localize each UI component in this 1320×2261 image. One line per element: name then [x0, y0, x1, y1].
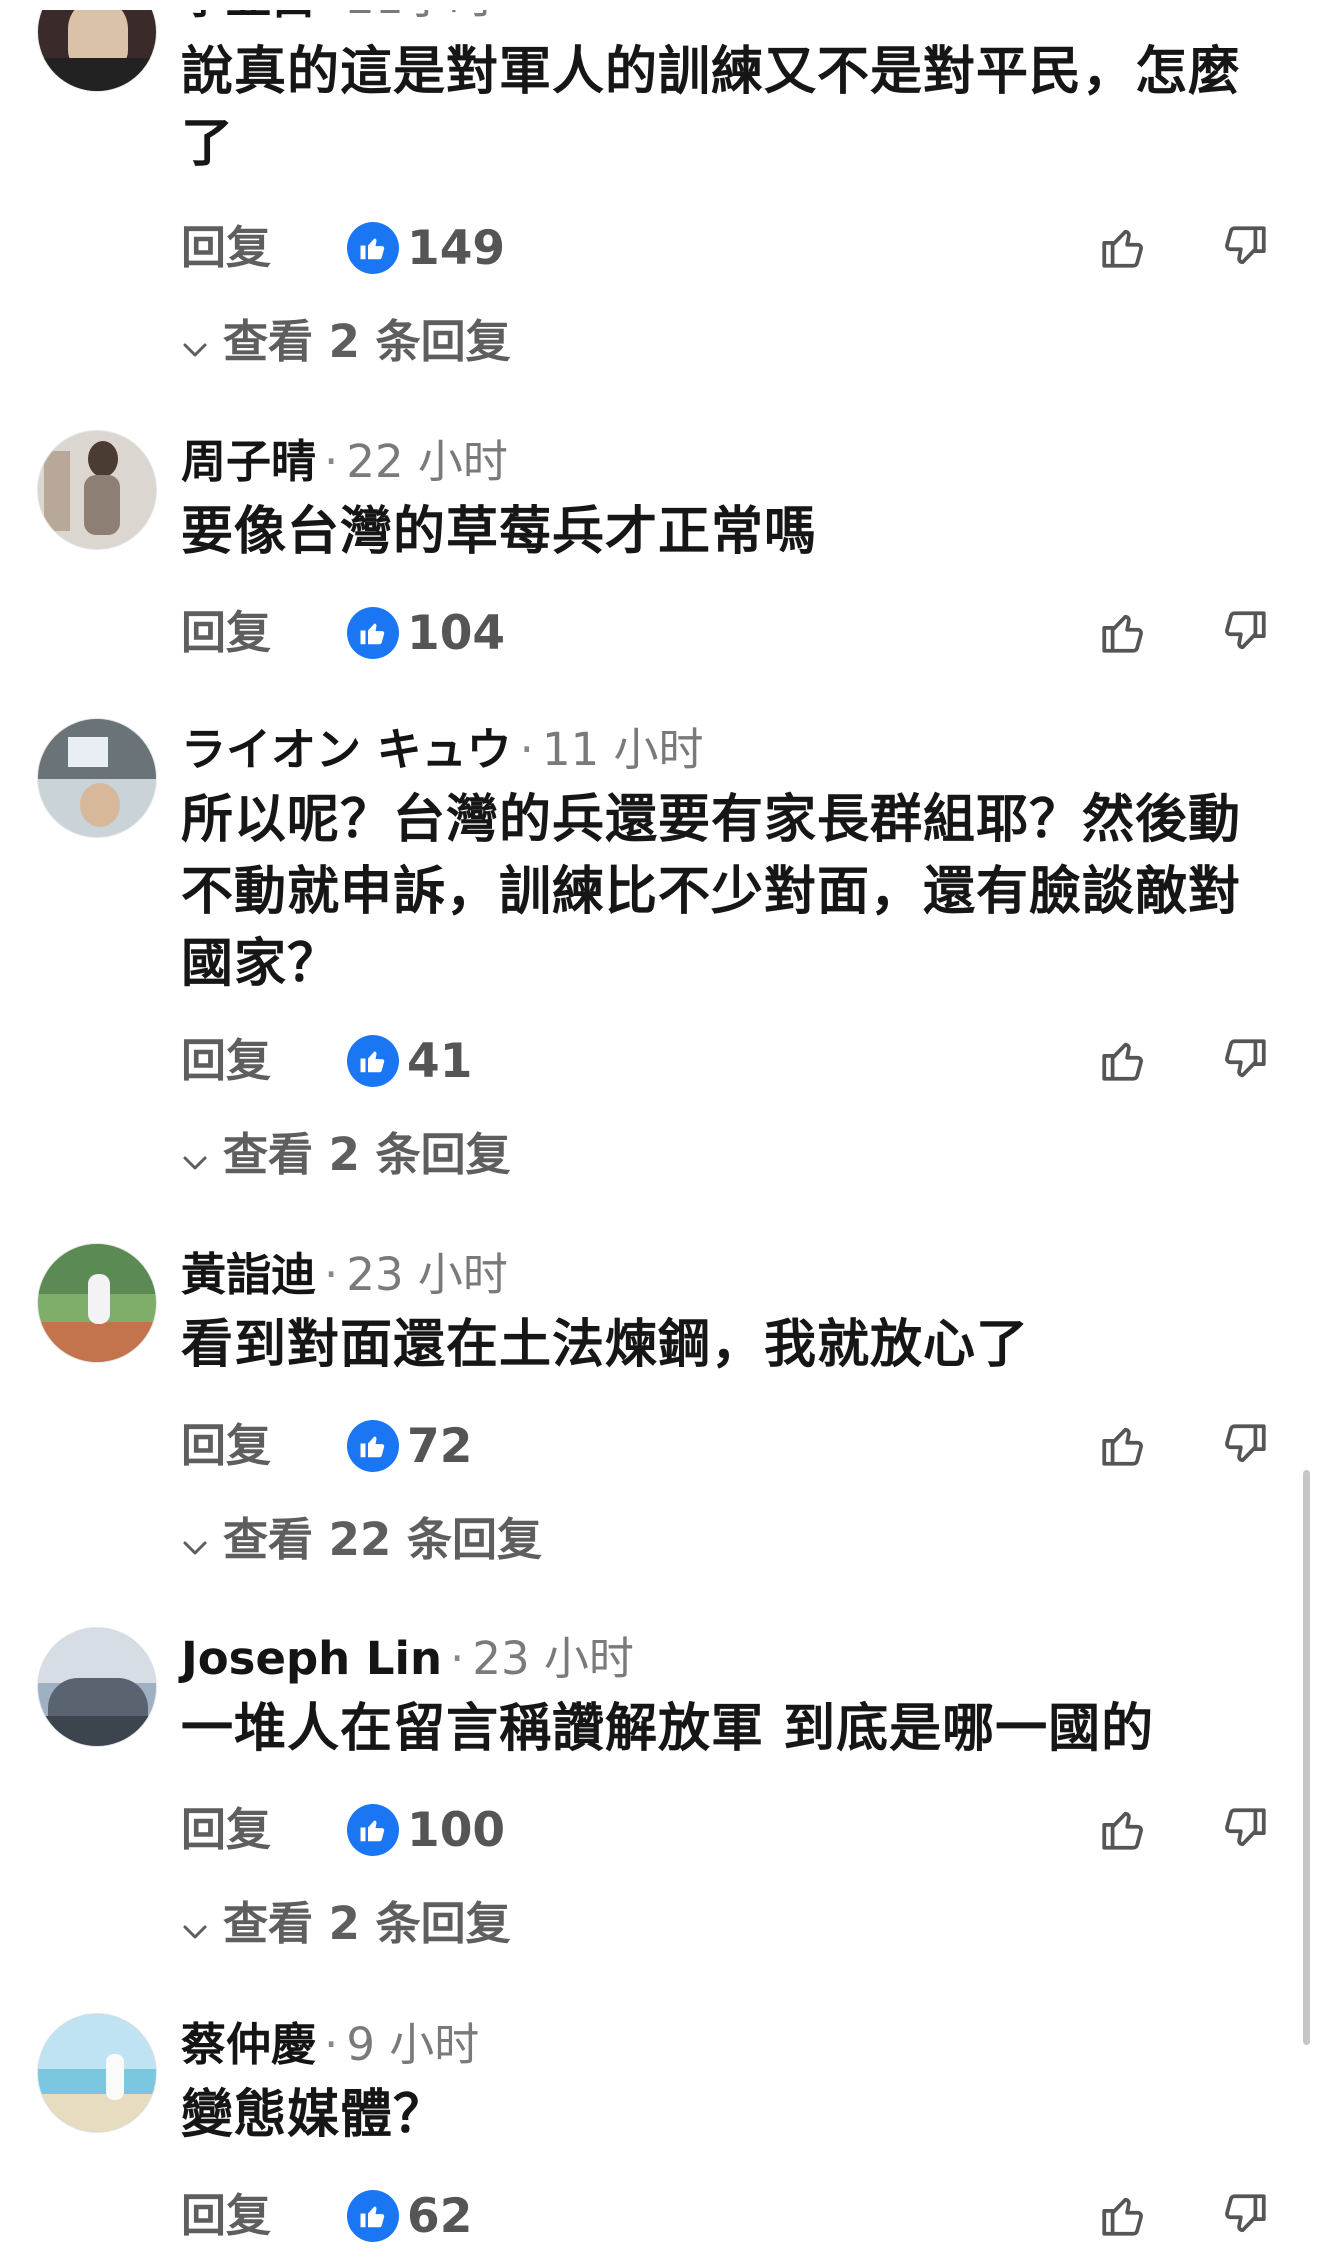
view-replies-label: 查看 2 条回复	[223, 1128, 511, 1181]
author-name[interactable]: 蔡仲慶	[181, 2018, 316, 2071]
like-count-badge: 62	[347, 2186, 472, 2246]
like-icon	[347, 2190, 399, 2242]
thumbs-up-icon[interactable]	[1098, 1420, 1148, 1474]
like-count-badge: 41	[347, 1031, 472, 1091]
chevron-down-icon	[181, 1128, 209, 1188]
view-replies-link[interactable]: 查看 22 条回复	[181, 1510, 542, 1573]
comment-actions: 回复 104	[181, 603, 1271, 663]
thumbs-down-icon[interactable]	[1220, 2190, 1270, 2244]
author-name[interactable]: ライオン キュウ	[181, 723, 512, 776]
view-replies-link[interactable]: 查看 2 条回复	[181, 1894, 511, 1957]
separator: ·	[324, 1248, 339, 1301]
comment-text: 要像台灣的草莓兵才正常嗎	[181, 502, 818, 562]
view-replies-label: 查看 2 条回复	[223, 315, 511, 368]
view-replies-link[interactable]: 查看 2 条回复	[181, 1125, 511, 1188]
separator: ·	[450, 1632, 465, 1685]
view-replies-label: 查看 22 条回复	[223, 1513, 542, 1566]
avatar[interactable]	[37, 1627, 157, 1747]
timestamp: 9 小时	[346, 2018, 480, 2071]
reply-button[interactable]: 回复	[181, 1416, 271, 1476]
like-count: 149	[407, 220, 506, 276]
thumbs-down-icon[interactable]	[1220, 1804, 1270, 1858]
thumbs-down-icon[interactable]	[1220, 1420, 1270, 1474]
top-edge	[0, 0, 1320, 10]
like-icon	[347, 1420, 399, 1472]
thumbs-up-icon[interactable]	[1098, 1804, 1148, 1858]
comment-text: 看到對面還在土法煉鋼，我就放心了	[181, 1315, 1030, 1375]
chevron-down-icon	[181, 1513, 209, 1573]
comment-text: 說真的這是對軍人的訓練又不是對平民，怎麼了	[181, 42, 1242, 174]
view-replies-label: 查看 2 条回复	[223, 1897, 511, 1950]
like-count: 72	[407, 1418, 473, 1474]
like-icon	[347, 607, 399, 659]
avatar[interactable]	[37, 718, 157, 838]
reply-button[interactable]: 回复	[181, 1031, 271, 1091]
thumbs-up-icon[interactable]	[1098, 607, 1148, 661]
reply-button[interactable]: 回复	[181, 603, 271, 663]
like-icon	[347, 1035, 399, 1087]
avatar[interactable]	[37, 2013, 157, 2133]
comment-actions: 回复 72	[181, 1416, 1271, 1476]
like-count: 41	[407, 1033, 473, 1089]
view-replies-link[interactable]: 查看 2 条回复	[181, 312, 511, 375]
comment-actions: 回复 100	[181, 1800, 1271, 1860]
author-name[interactable]: 黃詣迪	[181, 1248, 316, 1301]
like-count: 104	[407, 605, 506, 661]
timestamp: 11 小时	[541, 723, 704, 776]
comment-actions: 回复 62	[181, 2186, 1271, 2246]
like-count-badge: 72	[347, 1416, 472, 1476]
like-count-badge: 100	[347, 1800, 505, 1860]
avatar[interactable]	[37, 1243, 157, 1363]
reply-button[interactable]: 回复	[181, 1800, 271, 1860]
like-count: 62	[407, 2188, 473, 2244]
comment-text: 所以呢？台灣的兵還要有家長群組耶？然後動不動就申訴，訓練比不少對面，還有臉談敵對…	[181, 790, 1242, 994]
comment-text: 一堆人在留言稱讚解放軍 到底是哪一國的	[181, 1699, 1155, 1759]
avatar[interactable]	[37, 0, 157, 92]
like-icon	[347, 1804, 399, 1856]
chevron-down-icon	[181, 1897, 209, 1957]
comment-text: 變態媒體？	[181, 2085, 447, 2145]
scrollbar[interactable]	[1303, 1470, 1310, 2045]
like-count-badge: 149	[347, 218, 505, 278]
separator: ·	[519, 723, 534, 776]
thumbs-down-icon[interactable]	[1220, 222, 1270, 276]
thumbs-up-icon[interactable]	[1098, 1035, 1148, 1089]
like-count: 100	[407, 1802, 506, 1858]
separator: ·	[324, 435, 339, 488]
like-count-badge: 104	[347, 603, 505, 663]
reply-button[interactable]: 回复	[181, 218, 271, 278]
thumbs-up-icon[interactable]	[1098, 2190, 1148, 2244]
timestamp: 23 小时	[346, 1248, 508, 1301]
thumbs-down-icon[interactable]	[1220, 607, 1270, 661]
comment-actions: 回复 149	[181, 218, 1271, 278]
reply-button[interactable]: 回复	[181, 2186, 271, 2246]
avatar[interactable]	[37, 430, 157, 550]
thumbs-down-icon[interactable]	[1220, 1035, 1270, 1089]
timestamp: 22 小时	[346, 435, 508, 488]
author-name[interactable]: Joseph Lin	[181, 1632, 442, 1685]
chevron-down-icon	[181, 315, 209, 375]
comment-actions: 回复 41	[181, 1031, 1271, 1091]
thumbs-up-icon[interactable]	[1098, 222, 1148, 276]
timestamp: 23 小时	[472, 1632, 634, 1685]
author-name[interactable]: 周子晴	[181, 435, 316, 488]
separator: ·	[324, 2018, 339, 2071]
like-icon	[347, 222, 399, 274]
